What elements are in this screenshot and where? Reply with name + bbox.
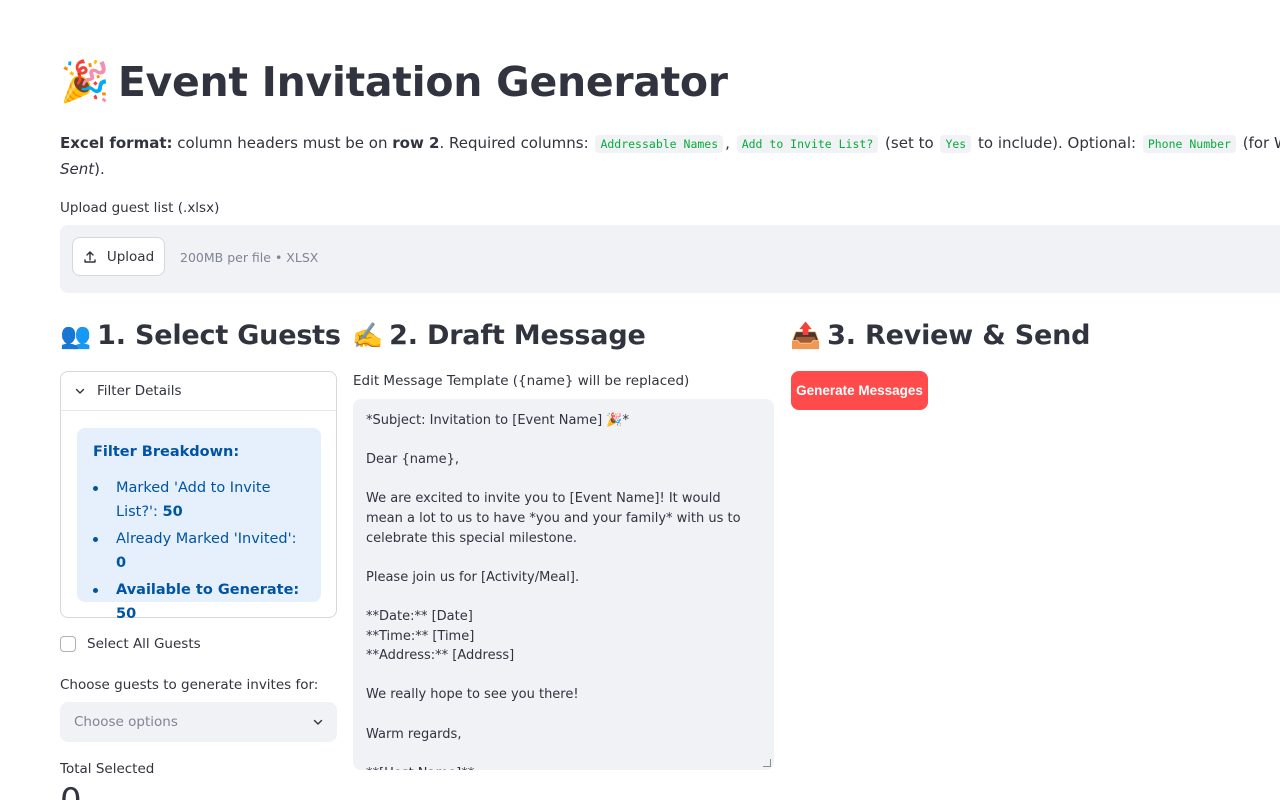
value-code-yes: Yes — [940, 135, 972, 153]
select-all-checkbox-row[interactable]: Select All Guests — [60, 636, 201, 652]
draft-message-title: 2. Draft Message — [389, 320, 646, 351]
list-item: Available to Generate: 50 — [93, 578, 305, 626]
page-title: 🎉 Event Invitation Generator — [60, 58, 728, 106]
desc-text: (set to — [885, 134, 934, 152]
desc-text: (for WhatsApp links), — [1242, 134, 1280, 152]
select-all-checkbox[interactable] — [60, 636, 76, 652]
format-description: Excel format: column headers must be on … — [60, 131, 1280, 182]
list-item: Marked 'Add to Invite List?': 50 — [93, 476, 305, 524]
list-item-value: 0 — [116, 555, 127, 571]
list-item-label: Available to Generate: 50 — [116, 582, 300, 622]
guest-multiselect[interactable]: Choose options — [60, 702, 337, 742]
desc-text: ). — [94, 160, 105, 178]
upload-hint: 200MB per file • XLSX — [180, 250, 319, 265]
upload-icon — [84, 250, 96, 263]
list-item: Already Marked 'Invited': 0 — [93, 527, 305, 575]
message-template-label: Edit Message Template ({name} will be re… — [353, 373, 690, 389]
desc-text: , — [725, 134, 730, 152]
upload-label: Upload guest list (.xlsx) — [60, 200, 220, 216]
select-all-label: Select All Guests — [87, 636, 201, 652]
filter-breakdown-heading: Filter Breakdown: — [93, 444, 240, 460]
column-code-invite: Add to Invite List? — [736, 135, 879, 153]
message-template-text: *Subject: Invitation to [Event Name] 🎉* … — [366, 413, 741, 770]
format-label: Excel format: — [60, 134, 173, 152]
desc-text: . Required columns: — [439, 134, 589, 152]
select-guests-title: 1. Select Guests — [97, 320, 341, 351]
chevron-down-icon — [313, 719, 323, 725]
filter-details-toggle[interactable]: Filter Details — [61, 372, 336, 411]
message-template-textarea[interactable]: *Subject: Invitation to [Event Name] 🎉* … — [353, 399, 774, 770]
list-item-value: 50 — [162, 504, 183, 520]
chevron-down-icon — [75, 388, 85, 394]
review-send-title: 3. Review & Send — [827, 320, 1091, 351]
writing-hand-icon: ✍️ — [352, 320, 384, 350]
total-selected-label: Total Selected — [60, 761, 155, 777]
upload-button-label: Upload — [106, 248, 155, 265]
filter-breakdown-list: Marked 'Add to Invite List?': 50 Already… — [93, 476, 305, 626]
file-dropzone[interactable]: Upload 200MB per file • XLSX — [60, 225, 1280, 293]
desc-text: to include). Optional: — [978, 134, 1137, 152]
total-selected-value: 0 — [60, 784, 82, 800]
sent-label: Sent — [60, 160, 95, 178]
upload-button[interactable]: Upload — [72, 237, 165, 276]
party-popper-icon: 🎉 — [60, 59, 110, 105]
list-item-label: Marked 'Add to Invite List?': — [116, 480, 271, 520]
page-title-text: Event Invitation Generator — [117, 58, 728, 106]
choose-guests-label: Choose guests to generate invites for: — [60, 677, 319, 693]
draft-message-heading: ✍️ 2. Draft Message — [352, 320, 646, 351]
column-code-names: Addressable Names — [595, 135, 724, 153]
people-icon: 👥 — [60, 320, 92, 350]
select-guests-heading: 👥 1. Select Guests — [60, 320, 341, 351]
generate-messages-button[interactable]: Generate Messages — [791, 371, 928, 410]
filter-details-label: Filter Details — [97, 383, 182, 399]
guest-multiselect-placeholder: Choose options — [74, 714, 178, 730]
review-send-heading: 📤 3. Review & Send — [790, 320, 1090, 351]
filter-details-expander: Filter Details Filter Breakdown: Marked … — [60, 371, 337, 622]
resize-handle[interactable] — [763, 759, 771, 767]
desc-text: column headers must be on — [177, 134, 388, 152]
row-label: row 2 — [392, 134, 440, 152]
filter-breakdown-box: Filter Breakdown: Marked 'Add to Invite … — [77, 428, 321, 622]
list-item-label: Already Marked 'Invited': — [116, 531, 297, 547]
outbox-tray-icon: 📤 — [790, 320, 822, 350]
column-code-phone: Phone Number — [1142, 135, 1236, 153]
